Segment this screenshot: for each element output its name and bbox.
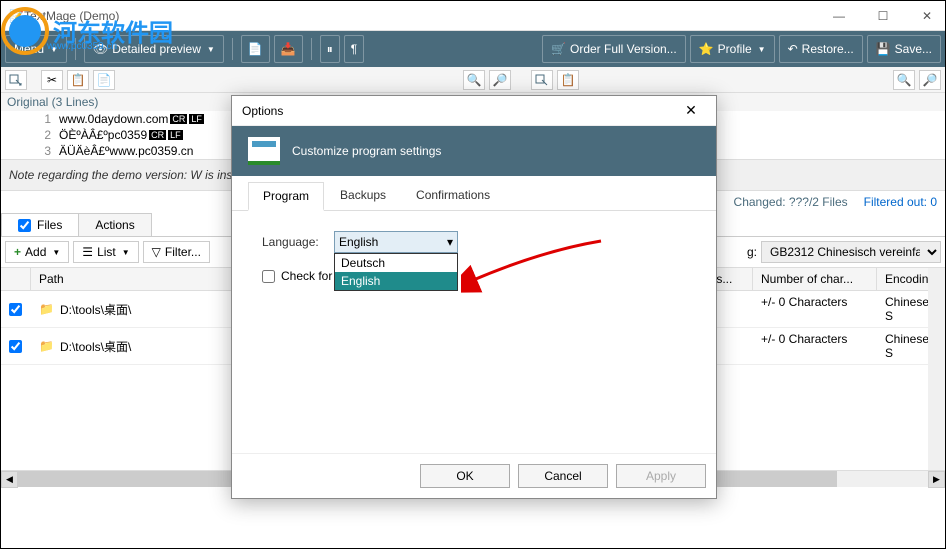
tab-actions[interactable]: Actions <box>78 213 151 236</box>
copy-icon[interactable]: 📋 <box>67 70 89 90</box>
find-next-icon[interactable]: 🔎 <box>489 70 511 90</box>
binoculars-icon[interactable]: 🔍 <box>463 70 485 90</box>
tool-button-2[interactable]: 📥 <box>274 35 303 63</box>
dialog-tab-program[interactable]: Program <box>248 182 324 211</box>
scroll-left-icon[interactable]: ◀ <box>1 471 18 488</box>
check-updates-checkbox[interactable] <box>262 270 275 283</box>
language-dropdown: Deutsch English <box>334 253 458 291</box>
paste-icon[interactable]: 📄 <box>93 70 115 90</box>
row-checkbox[interactable] <box>9 340 22 353</box>
binoculars-2-icon[interactable]: 🔍 <box>893 70 915 90</box>
ok-button[interactable]: OK <box>420 464 510 488</box>
language-option-english[interactable]: English <box>335 272 457 290</box>
list-button[interactable]: ☰ List ▼ <box>73 241 138 263</box>
select-tool-icon[interactable] <box>5 70 27 90</box>
options-dialog: Options ✕ Customize program settings Pro… <box>231 95 717 499</box>
maximize-button[interactable]: ☐ <box>873 6 893 26</box>
dialog-tab-confirmations[interactable]: Confirmations <box>402 182 504 210</box>
language-label: Language: <box>262 235 334 249</box>
chevron-down-icon: ▾ <box>447 235 453 249</box>
folder-icon: 📁 <box>39 339 54 353</box>
tool-button-1[interactable]: 📄 <box>241 35 270 63</box>
language-option-deutsch[interactable]: Deutsch <box>335 254 457 272</box>
apply-button[interactable]: Apply <box>616 464 706 488</box>
save-button[interactable]: 💾 Save... <box>867 35 941 63</box>
files-checkbox[interactable] <box>18 219 31 232</box>
order-button[interactable]: 🛒 Order Full Version... <box>542 35 686 63</box>
cancel-button[interactable]: Cancel <box>518 464 608 488</box>
cut-icon[interactable]: ✂ <box>41 70 63 90</box>
vertical-scrollbar[interactable] <box>928 268 945 470</box>
select-tool-2-icon[interactable] <box>531 70 553 90</box>
settings-icon <box>248 137 280 165</box>
row-checkbox[interactable] <box>9 303 22 316</box>
encoding-label: g: <box>747 245 757 259</box>
dialog-tabs: Program Backups Confirmations <box>232 176 716 211</box>
close-button[interactable]: ✕ <box>917 6 937 26</box>
copy-2-icon[interactable]: 📋 <box>557 70 579 90</box>
encoding-select[interactable]: GB2312 Chinesisch vereinfacht <box>761 241 941 263</box>
tab-files[interactable]: Files <box>1 213 79 236</box>
language-select[interactable]: English ▾ <box>334 231 458 253</box>
pause-button[interactable]: ⏸ <box>320 35 340 63</box>
secondary-toolbar: ✂ 📋 📄 🔍 🔎 📋 🔍 🔎 <box>1 67 945 93</box>
status-filtered: Filtered out: 0 <box>864 195 937 209</box>
dialog-header: Customize program settings <box>232 126 716 176</box>
folder-icon: 📁 <box>39 302 54 316</box>
scroll-right-icon[interactable]: ▶ <box>928 471 945 488</box>
dialog-title: Options <box>242 104 676 118</box>
profile-button[interactable]: ⭐ Profile▼ <box>690 35 775 63</box>
col-chars[interactable]: Number of char... <box>753 268 877 290</box>
filter-button[interactable]: ▽ Filter... <box>143 241 210 263</box>
watermark-url: www.pc0359.cn <box>47 41 117 52</box>
dialog-close-icon[interactable]: ✕ <box>676 101 706 121</box>
restore-button[interactable]: ↶ Restore... <box>779 35 863 63</box>
watermark-logo: 河东软件园 www.pc0359.cn <box>1 3 181 58</box>
pilcrow-button[interactable]: ¶ <box>344 35 364 63</box>
dialog-tab-backups[interactable]: Backups <box>326 182 400 210</box>
find-next-2-icon[interactable]: 🔎 <box>919 70 941 90</box>
status-changed: Changed: ???/2 Files <box>734 195 848 209</box>
add-button[interactable]: +Add ▼ <box>5 241 69 263</box>
minimize-button[interactable]: — <box>829 6 849 26</box>
check-updates-label: Check for <box>281 269 332 283</box>
